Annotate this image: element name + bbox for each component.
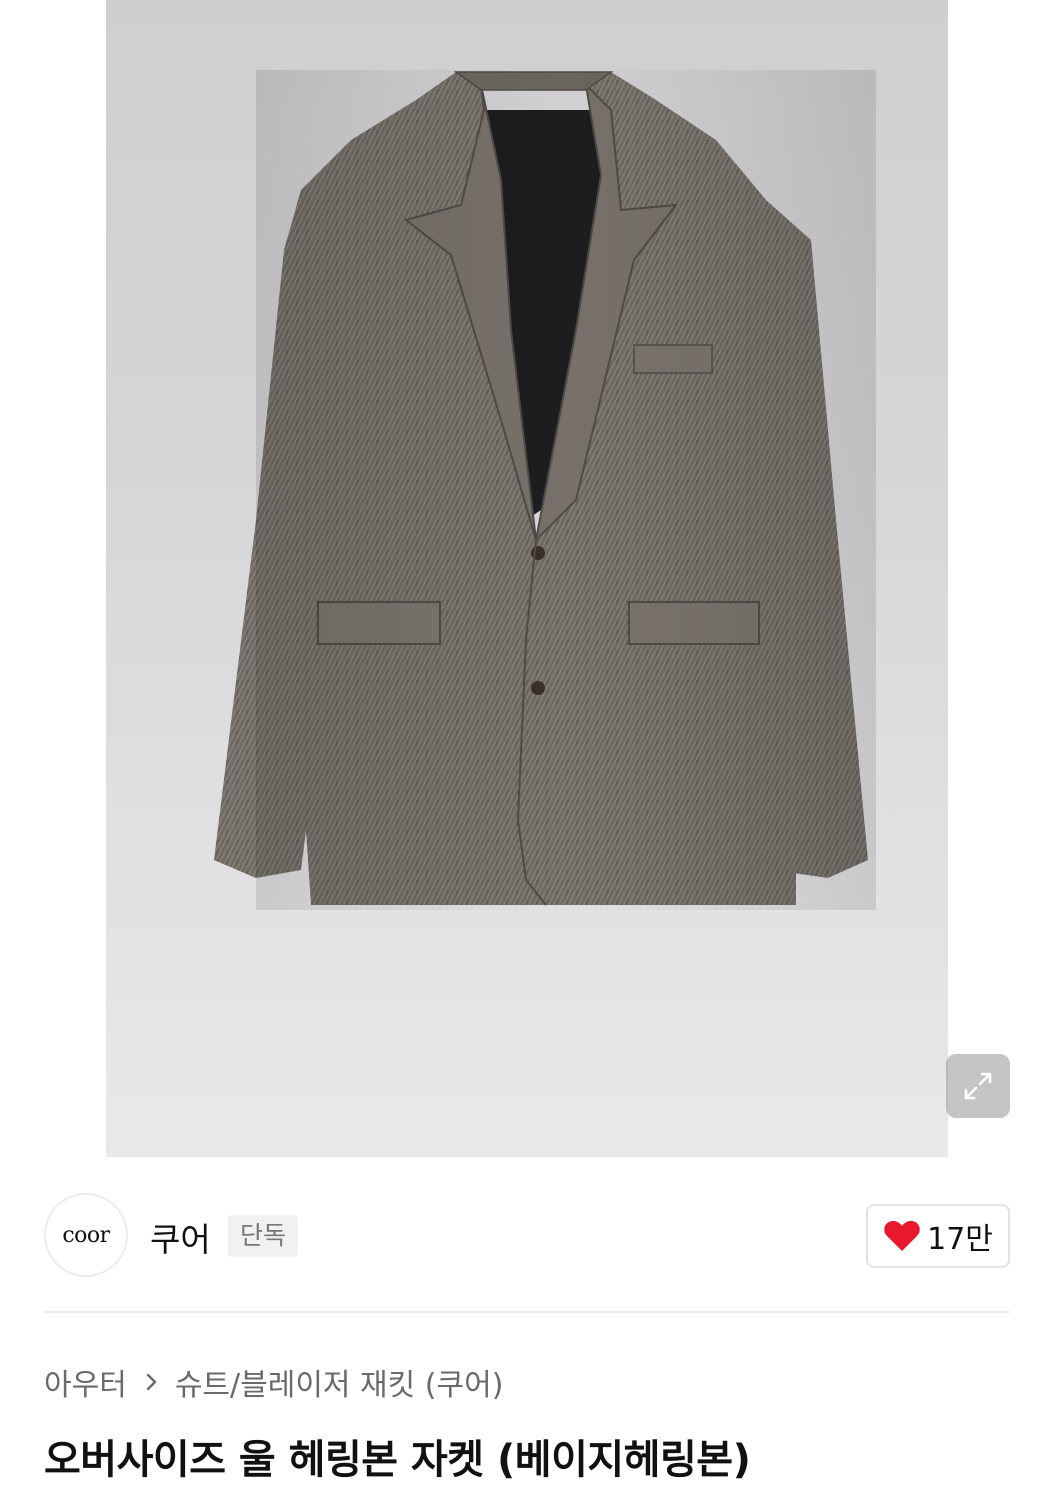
like-button[interactable]: 17만 <box>866 1204 1010 1268</box>
product-image-area <box>0 0 1053 1160</box>
product-title: 오버사이즈 울 헤링본 자켓 (베이지헤링본) <box>44 1437 751 1483</box>
breadcrumb-item-outer[interactable]: 아우터 <box>44 1360 127 1404</box>
expand-image-button[interactable] <box>946 1054 1010 1118</box>
brand-row: coor 쿠어 단독 17만 <box>44 1193 1010 1279</box>
product-photo[interactable] <box>106 0 948 1157</box>
brand-logo[interactable]: coor <box>44 1193 128 1277</box>
chevron-right-icon <box>145 1371 159 1393</box>
breadcrumb-item-category[interactable]: 슈트/블레이저 재킷 (쿠어) <box>175 1360 504 1404</box>
heart-icon <box>884 1220 920 1251</box>
exclusive-badge: 단독 <box>228 1215 299 1257</box>
like-count: 17만 <box>927 1222 993 1257</box>
breadcrumb: 아우터 슈트/블레이저 재킷 (쿠어) <box>44 1360 503 1404</box>
expand-icon <box>964 1072 992 1100</box>
divider <box>44 1311 1010 1313</box>
jacket-illustration <box>214 70 876 910</box>
brand-name[interactable]: 쿠어 <box>150 1213 211 1261</box>
